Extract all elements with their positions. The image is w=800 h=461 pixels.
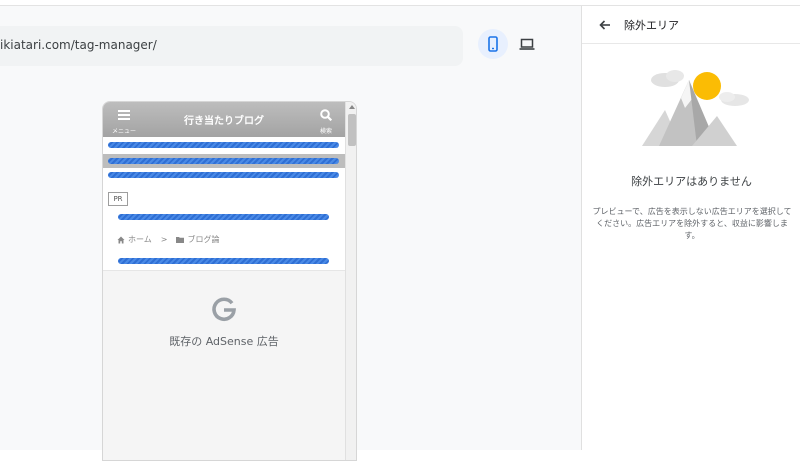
- empty-state-title: 除外エリアはありません: [631, 175, 752, 188]
- pr-badge: PR: [108, 192, 128, 206]
- breadcrumb-home[interactable]: ホーム: [128, 234, 152, 245]
- menu-label: メニュー: [111, 128, 136, 135]
- preview-scrollbar[interactable]: [345, 102, 356, 460]
- ad-area-strip[interactable]: [118, 214, 329, 220]
- url-bar[interactable]: ikiatari.com/tag-manager/: [0, 26, 463, 66]
- search-label: 検索: [319, 128, 332, 135]
- search-button[interactable]: 検索: [313, 106, 339, 135]
- ad-area-strip[interactable]: [108, 142, 339, 148]
- site-title: 行き当たりブログ: [184, 116, 264, 127]
- empty-state-description: プレビューで、広告を表示しない広告エリアを選択してください。広告エリアを除外する…: [592, 207, 792, 240]
- adsense-ad-placeholder[interactable]: 既存の AdSense 広告: [103, 270, 345, 460]
- exclusion-panel: 除外エリア 除外エリアはありません プレビューで、広告を表示しない広告エリアを選…: [581, 6, 800, 450]
- ad-area-strip[interactable]: [108, 158, 339, 164]
- arrow-left-icon: [599, 20, 610, 30]
- breadcrumb: ホーム > ブログ論: [117, 234, 219, 245]
- mobile-view-button[interactable]: [478, 29, 508, 59]
- url-text: ikiatari.com/tag-manager/: [0, 38, 157, 52]
- panel-header: 除外エリア: [582, 6, 800, 44]
- preview-area: ikiatari.com/tag-manager/ メニュー 行き当たりブログ: [0, 6, 581, 461]
- breadcrumb-separator: >: [160, 235, 168, 244]
- home-icon: [117, 236, 125, 243]
- ad-placeholder-label: 既存の AdSense 広告: [169, 335, 279, 348]
- mobile-preview-frame: メニュー 行き当たりブログ 検索 PR ホーム > ブログ論 既存の AdSen…: [102, 101, 357, 461]
- search-icon: [320, 109, 333, 122]
- desktop-view-button[interactable]: [512, 29, 542, 59]
- ad-area-strip[interactable]: [108, 172, 339, 178]
- back-button[interactable]: [596, 16, 614, 34]
- ad-area-strip[interactable]: [118, 258, 329, 264]
- scroll-up-arrow-icon[interactable]: [349, 105, 355, 109]
- site-header: メニュー 行き当たりブログ 検索: [103, 102, 345, 137]
- laptop-icon: [519, 38, 535, 50]
- breadcrumb-category[interactable]: ブログ論: [187, 234, 219, 245]
- mobile-phone-icon: [488, 36, 498, 52]
- google-g-icon: [103, 297, 345, 323]
- mountain-sun-illustration: [637, 58, 752, 157]
- panel-title: 除外エリア: [624, 19, 679, 32]
- folder-icon: [176, 237, 185, 243]
- scroll-thumb[interactable]: [348, 114, 356, 146]
